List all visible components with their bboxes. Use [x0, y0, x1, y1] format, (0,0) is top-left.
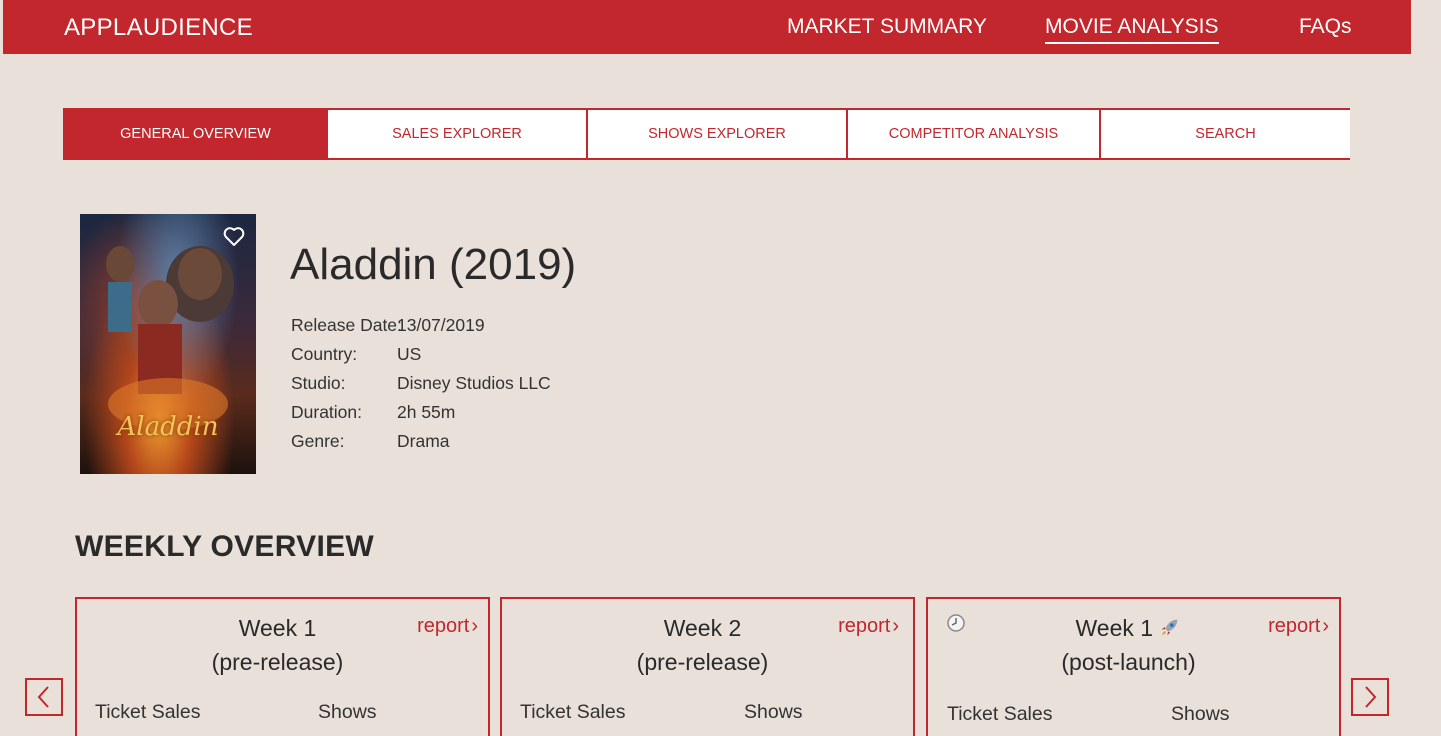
- ticket-sales-label: Ticket Sales: [520, 701, 626, 723]
- detail-label: Genre:: [291, 431, 345, 451]
- detail-label: Studio:: [291, 373, 346, 393]
- report-link[interactable]: report ›: [838, 615, 899, 638]
- report-link[interactable]: report ›: [1268, 615, 1329, 638]
- section-tabs: GENERAL OVERVIEW SALES EXPLORER SHOWS EX…: [63, 108, 1350, 160]
- report-link-label: report: [417, 615, 470, 637]
- week-phase: (pre-release): [211, 649, 344, 675]
- week-phase: (post-launch): [1061, 649, 1196, 675]
- shows-label: Shows: [1171, 703, 1230, 725]
- tab-sales-explorer[interactable]: SALES EXPLORER: [326, 110, 586, 158]
- week-card: Week 1 (post-launch) report › Ticket Sale…: [926, 597, 1341, 736]
- movie-title: Aladdin (2019): [290, 240, 577, 289]
- tab-competitor-analysis[interactable]: COMPETITOR ANALYSIS: [846, 110, 1099, 158]
- shows-label: Shows: [744, 701, 803, 723]
- detail-value: 2h 55m: [397, 402, 456, 422]
- week-label: Week 1: [1075, 615, 1154, 641]
- nav-faqs[interactable]: FAQs: [1299, 15, 1352, 39]
- detail-value: Drama: [397, 431, 450, 451]
- carousel-prev-button[interactable]: [25, 678, 63, 716]
- week-card: Week 1 (pre-release) report › Ticket Sale…: [75, 597, 490, 736]
- favorite-heart-icon[interactable]: [222, 224, 246, 248]
- detail-label: Duration:: [291, 402, 363, 422]
- carousel-next-button[interactable]: [1351, 678, 1389, 716]
- chevron-right-icon: [1365, 686, 1377, 708]
- ticket-sales-label: Ticket Sales: [947, 703, 1053, 725]
- chevron-right-icon: ›: [892, 615, 899, 637]
- weekly-overview-heading: WEEKLY OVERVIEW: [75, 530, 375, 563]
- chevron-right-icon: ›: [471, 615, 478, 637]
- rocket-icon: [1162, 619, 1178, 636]
- nav-market-summary[interactable]: MARKET SUMMARY: [787, 15, 987, 39]
- tab-shows-explorer[interactable]: SHOWS EXPLORER: [586, 110, 846, 158]
- report-link-label: report: [838, 615, 891, 637]
- tab-search[interactable]: SEARCH: [1099, 110, 1350, 158]
- detail-value: Disney Studios LLC: [397, 373, 551, 393]
- detail-label: Release Date:: [291, 315, 402, 335]
- nav-movie-analysis[interactable]: MOVIE ANALYSIS: [1045, 15, 1219, 44]
- detail-value: 13/07/2019: [397, 315, 485, 335]
- report-link-label: report: [1268, 615, 1321, 637]
- ticket-sales-label: Ticket Sales: [95, 701, 201, 723]
- movie-poster: Aladdin: [80, 214, 256, 474]
- report-link[interactable]: report ›: [417, 615, 478, 638]
- week-card: Week 2 (pre-release) report › Ticket Sale…: [500, 597, 915, 736]
- tab-general-overview[interactable]: GENERAL OVERVIEW: [65, 110, 326, 158]
- detail-value: US: [397, 344, 422, 364]
- detail-label: Country:: [291, 344, 358, 364]
- chevron-right-icon: ›: [1322, 615, 1329, 637]
- brand-logo[interactable]: APPLAUDIENCE: [64, 14, 253, 42]
- top-bar: APPLAUDIENCE MARKET SUMMARY MOVIE ANALYS…: [3, 0, 1411, 54]
- chevron-left-icon: [37, 686, 49, 708]
- week-phase: (pre-release): [636, 649, 769, 675]
- poster-title: Aladdin: [117, 412, 219, 442]
- shows-label: Shows: [318, 701, 377, 723]
